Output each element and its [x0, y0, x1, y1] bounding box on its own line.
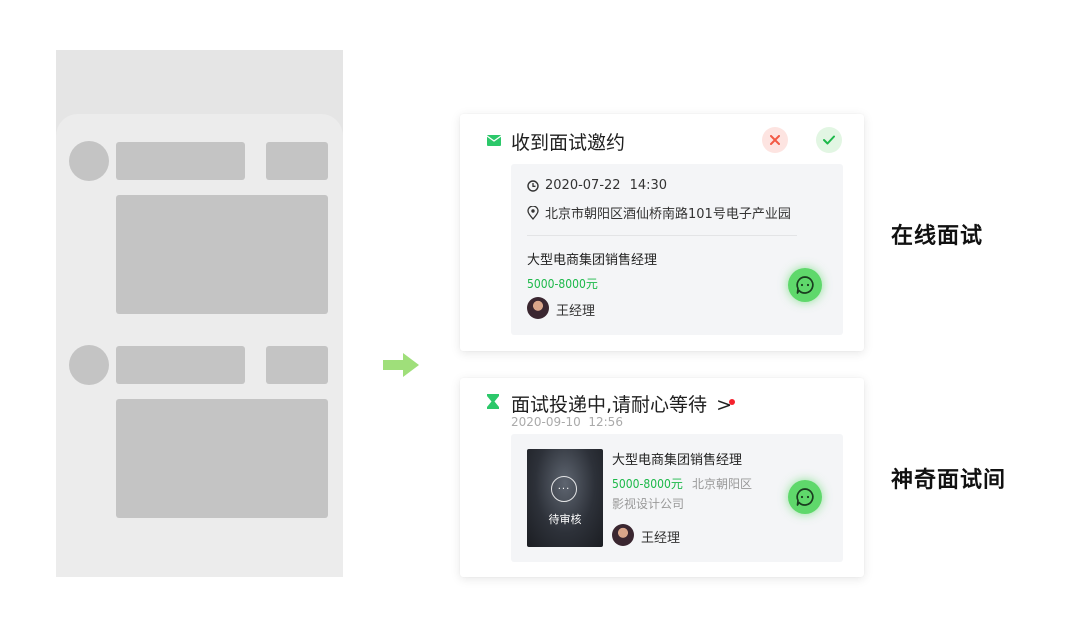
wireframe-tag-bar-2 — [266, 346, 328, 384]
room-status-title[interactable]: 面试投递中,请耐心等待 > — [511, 390, 732, 417]
hr-avatar — [612, 524, 634, 546]
interview-date: 2020-07-22 — [545, 178, 621, 193]
chat-bubble-icon — [796, 488, 814, 506]
wireframe-avatar-2 — [69, 345, 109, 385]
chevron-right-icon: > — [716, 394, 733, 416]
job-title: 大型电商集团销售经理 — [527, 253, 658, 268]
hr-name: 王经理 — [556, 304, 596, 319]
wireframe-content-block-1 — [116, 195, 328, 314]
unread-dot — [729, 399, 735, 405]
salary-location-row: 5000-8000元 北京朝阳区 — [612, 473, 752, 492]
hourglass-icon — [487, 394, 499, 409]
room-details[interactable]: ··· 待审核 大型电商集团销售经理 5000-8000元 北京朝阳区 影视设计… — [511, 434, 843, 562]
wireframe-panel — [56, 114, 343, 577]
invitation-details[interactable]: 2020-07-22 14:30 北京市朝阳区酒仙桥南路101号电子产业园 大型… — [511, 164, 843, 335]
interview-address: 北京市朝阳区酒仙桥南路101号电子产业园 — [545, 207, 791, 222]
hr-name: 王经理 — [641, 531, 681, 546]
salary-range: 5000-8000元 — [612, 477, 683, 491]
room-status-text: 面试投递中,请耐心等待 — [511, 394, 708, 416]
wireframe-title-bar-1 — [116, 142, 245, 180]
arrow-right-icon — [383, 353, 419, 377]
clock-icon — [527, 179, 539, 192]
close-icon — [770, 135, 780, 145]
datetime-row: 2020-07-22 14:30 — [527, 178, 667, 193]
job-title: 大型电商集团销售经理 — [612, 453, 743, 468]
thumbnail-status: 待审核 — [548, 513, 582, 526]
magic-interview-room-label: 神奇面试间 — [891, 468, 1007, 493]
invitation-title: 收到面试邀约 — [511, 132, 626, 154]
wireframe-title-bar-2 — [116, 346, 245, 384]
company-name: 影视设计公司 — [612, 497, 685, 511]
wireframe-tag-bar-1 — [266, 142, 328, 180]
chat-button[interactable] — [788, 480, 822, 514]
reject-button[interactable] — [762, 127, 788, 153]
chat-button[interactable] — [788, 268, 822, 302]
accept-button[interactable] — [816, 127, 842, 153]
location-pin-icon — [527, 205, 539, 220]
video-thumbnail[interactable]: ··· 待审核 — [527, 449, 603, 547]
more-dots-icon: ··· — [551, 476, 577, 502]
wireframe-content-block-2 — [116, 399, 328, 518]
hr-avatar — [527, 297, 549, 319]
salary-range: 5000-8000元 — [527, 277, 598, 291]
details-divider — [527, 235, 797, 236]
online-interview-label: 在线面试 — [891, 224, 984, 249]
address-row: 北京市朝阳区酒仙桥南路101号电子产业园 — [527, 203, 791, 222]
wireframe-avatar-1 — [69, 141, 109, 181]
interview-time: 14:30 — [629, 178, 668, 193]
interview-room-card[interactable]: 面试投递中,请耐心等待 > 2020-09-10 12:56 ··· 待审核 大… — [460, 378, 864, 577]
chat-bubble-icon — [796, 276, 814, 294]
check-icon — [823, 135, 835, 145]
job-location: 北京朝阳区 — [691, 477, 752, 491]
interview-invitation-card[interactable]: 收到面试邀约 2020-07-22 14:30 北京市朝阳区酒仙桥南路101号电… — [460, 114, 864, 351]
room-timestamp: 2020-09-10 12:56 — [511, 415, 623, 429]
envelope-icon — [487, 135, 501, 146]
